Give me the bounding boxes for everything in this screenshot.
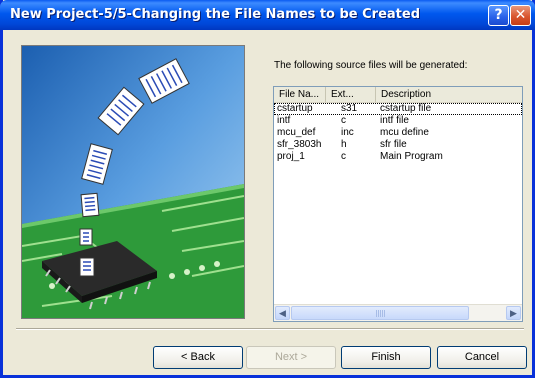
ext-cell: h — [341, 139, 347, 150]
arrow-right-icon[interactable]: ▶ — [506, 306, 521, 320]
list-row[interactable]: proj_1 c Main Program — [274, 151, 522, 163]
finish-button[interactable]: Finish — [341, 346, 431, 369]
description-cell: sfr file — [380, 139, 407, 150]
close-button[interactable]: ✕ — [510, 5, 531, 26]
button-separator — [16, 328, 524, 330]
description-cell: mcu define — [380, 127, 429, 138]
ext-cell: c — [341, 151, 346, 162]
cancel-button[interactable]: Cancel — [437, 346, 527, 369]
description-text: The following source files will be gener… — [274, 60, 468, 71]
column-header-file-name[interactable]: File Na... — [274, 87, 326, 102]
file-name-cell: proj_1 — [277, 151, 305, 162]
window-title: New Project-5/5-Changing the File Names … — [10, 7, 421, 22]
scroll-thumb[interactable] — [291, 306, 469, 320]
description-cell: cstartup file — [380, 103, 432, 114]
wizard-illustration — [21, 45, 245, 319]
list-header: File Na... Ext... Description — [274, 87, 522, 103]
column-header-ext[interactable]: Ext... — [326, 87, 376, 102]
list-row[interactable]: intf c intf file — [274, 115, 522, 127]
list-row[interactable]: cstartup s31 cstartup file — [274, 103, 522, 115]
list-row[interactable]: mcu_def inc mcu define — [274, 127, 522, 139]
file-name-cell: mcu_def — [277, 127, 316, 138]
column-header-description[interactable]: Description — [376, 87, 522, 102]
title-bar[interactable]: New Project-5/5-Changing the File Names … — [0, 0, 535, 30]
file-name-cell: intf — [277, 115, 291, 126]
description-cell: Main Program — [380, 151, 443, 162]
description-cell: intf file — [380, 115, 409, 126]
horizontal-scrollbar[interactable]: ◀ ▶ — [274, 304, 522, 321]
file-name-cell: sfr_3803h — [277, 139, 322, 150]
dialog-window: New Project-5/5-Changing the File Names … — [0, 0, 535, 378]
file-name-cell: cstartup — [277, 103, 313, 114]
file-list[interactable]: File Na... Ext... Description cstartup s… — [273, 86, 523, 322]
arrow-left-icon[interactable]: ◀ — [275, 306, 290, 320]
ext-cell: s31 — [341, 103, 358, 114]
help-button[interactable]: ? — [488, 5, 509, 26]
ext-cell: inc — [341, 127, 354, 138]
next-button[interactable]: Next > — [246, 346, 336, 369]
back-button[interactable]: < Back — [153, 346, 243, 369]
grip-icon — [376, 310, 385, 317]
list-row[interactable]: sfr_3803h h sfr file — [274, 139, 522, 151]
ext-cell: c — [341, 115, 346, 126]
files-to-chip-illustration — [22, 46, 244, 318]
